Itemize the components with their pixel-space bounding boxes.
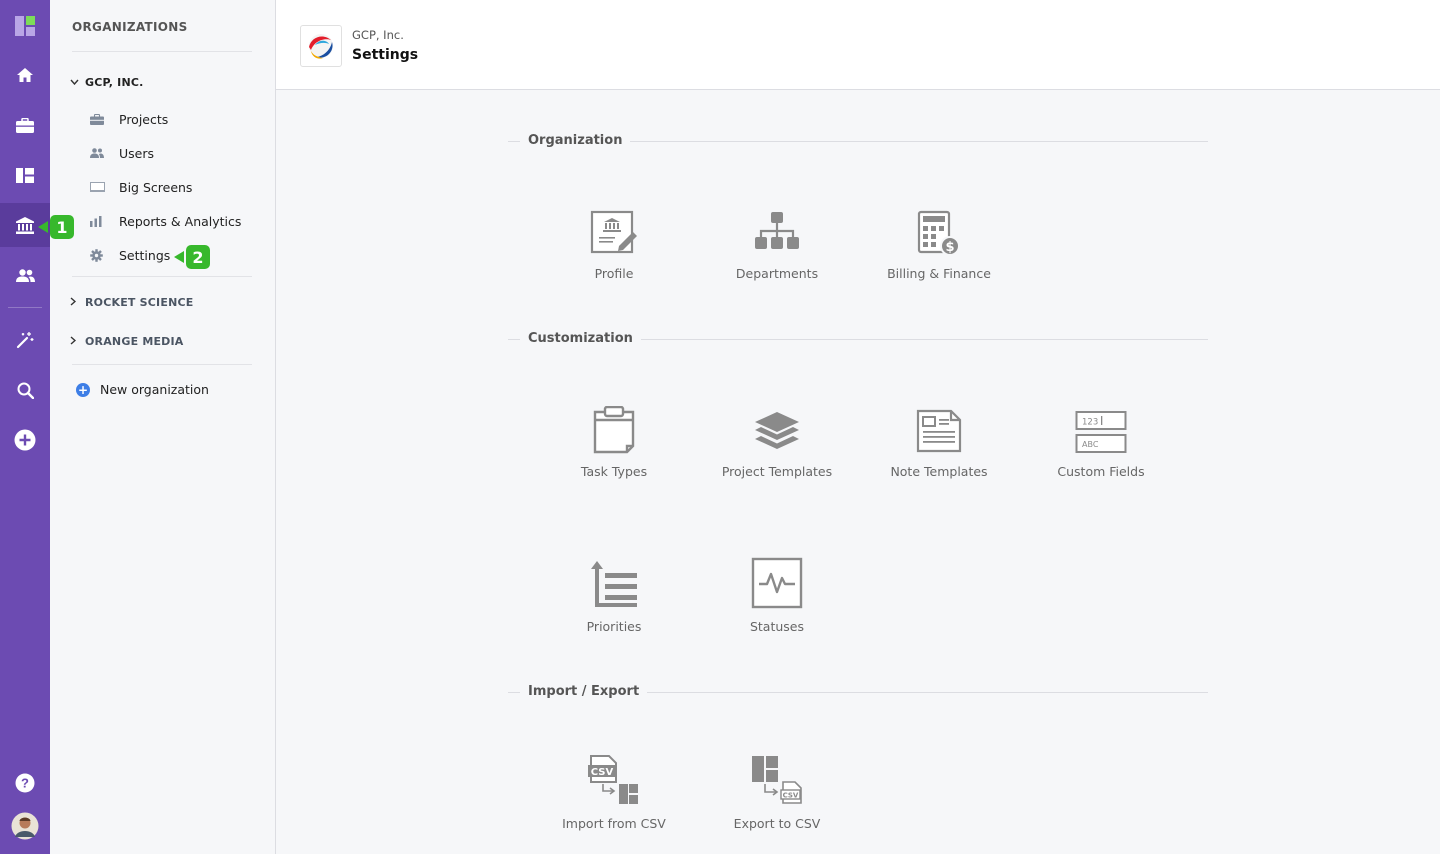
csv-export-icon: CSV — [747, 750, 807, 806]
tile-label: Departments — [735, 266, 819, 281]
tile-label: Task Types — [580, 464, 648, 479]
section-import-export: Import / Export — [508, 684, 1208, 700]
svg-text:$: $ — [945, 240, 954, 255]
tile-label: Project Templates — [721, 464, 833, 479]
org-name: ORANGE MEDIA — [85, 335, 184, 348]
org-name: GCP, INC. — [85, 76, 144, 89]
sidebar-item-label: Projects — [119, 111, 169, 127]
fields-icon: 123 ABC — [1071, 398, 1131, 454]
sidebar-item-big-screens[interactable]: Big Screens — [90, 175, 192, 199]
chevron-right-icon — [70, 296, 82, 309]
tile-label: Import from CSV — [562, 816, 666, 831]
org-logo-icon — [300, 25, 342, 67]
sidebar-title: ORGANIZATIONS — [72, 20, 188, 34]
screen-icon — [90, 182, 112, 192]
csv-import-icon: CSV — [584, 750, 644, 806]
tile-profile[interactable]: Profile — [539, 200, 689, 300]
layers-icon — [747, 398, 807, 454]
sidebar-item-label: Reports & Analytics — [119, 213, 242, 229]
sidebar-item-label: Settings — [119, 247, 171, 263]
app-rail: ? — [0, 0, 50, 854]
org-gcp-inc[interactable]: GCP, INC. — [70, 76, 144, 89]
svg-text:CSV: CSV — [591, 767, 614, 778]
tile-label: Export to CSV — [733, 816, 821, 831]
callout-arrow — [174, 251, 184, 263]
profile-edit-icon — [584, 200, 644, 256]
tile-label: Profile — [594, 266, 634, 281]
gear-icon — [90, 248, 112, 262]
callout-number: 1 — [50, 215, 74, 239]
tile-custom-fields[interactable]: 123 ABC Custom Fields — [1026, 398, 1176, 498]
sidebar-item-label: Users — [119, 145, 155, 161]
tile-priorities[interactable]: Priorities — [539, 553, 689, 653]
callout-2: 2 — [174, 245, 210, 269]
tile-import-csv[interactable]: CSV Import from CSV — [539, 750, 689, 850]
app-logo-icon[interactable] — [0, 4, 50, 48]
sidebar-item-label: Big Screens — [119, 179, 193, 195]
tile-export-csv[interactable]: CSV Export to CSV — [702, 750, 852, 850]
page-title: Settings — [352, 47, 419, 63]
section-title: Import / Export — [528, 684, 648, 699]
svg-text:123: 123 — [1082, 418, 1098, 428]
tile-label: Note Templates — [890, 464, 988, 479]
plus-circle-icon[interactable] — [0, 418, 50, 462]
org-name: ROCKET SCIENCE — [85, 296, 194, 309]
rail-divider — [8, 307, 42, 308]
chevron-right-icon — [70, 335, 82, 348]
people-icon[interactable] — [0, 253, 50, 297]
briefcase-icon[interactable] — [0, 103, 50, 147]
new-organization-button[interactable]: + New organization — [76, 382, 209, 397]
users-icon — [90, 148, 112, 158]
note-icon — [909, 398, 969, 454]
tile-statuses[interactable]: Statuses — [702, 553, 852, 653]
tile-billing-finance[interactable]: $ Billing & Finance — [864, 200, 1014, 300]
home-icon[interactable] — [0, 53, 50, 97]
new-organization-label: New organization — [100, 382, 209, 397]
org-name: GCP, Inc. — [352, 28, 404, 42]
avatar-icon[interactable] — [0, 804, 50, 848]
org-orange-media[interactable]: ORANGE MEDIA — [70, 335, 184, 348]
tile-task-types[interactable]: Task Types — [539, 398, 689, 498]
tile-label: Statuses — [749, 619, 805, 634]
sidebar-item-reports[interactable]: Reports & Analytics — [90, 209, 241, 233]
tile-note-templates[interactable]: Note Templates — [864, 398, 1014, 498]
sidebar-item-projects[interactable]: Projects — [90, 107, 168, 131]
magic-wand-icon[interactable] — [0, 318, 50, 362]
tile-label: Custom Fields — [1057, 464, 1145, 479]
callout-arrow — [38, 221, 48, 233]
pulse-icon — [747, 553, 807, 609]
board-icon[interactable] — [0, 153, 50, 197]
callout-1: 1 — [38, 215, 74, 239]
tile-project-templates[interactable]: Project Templates — [702, 398, 852, 498]
bar-chart-icon — [90, 215, 112, 227]
section-title: Organization — [528, 133, 631, 148]
org-rocket-science[interactable]: ROCKET SCIENCE — [70, 296, 193, 309]
organizations-sidebar: ORGANIZATIONS GCP, INC. Projects Users B… — [50, 0, 276, 854]
divider — [72, 364, 252, 365]
hierarchy-icon — [747, 200, 807, 256]
page-header: GCP, Inc. Settings — [276, 0, 1440, 90]
svg-text:CSV: CSV — [783, 792, 799, 800]
tile-label: Billing & Finance — [887, 266, 991, 281]
divider — [72, 51, 252, 52]
search-icon[interactable] — [0, 368, 50, 412]
calculator-icon: $ — [909, 200, 969, 256]
tile-departments[interactable]: Departments — [702, 200, 852, 300]
help-icon[interactable]: ? — [0, 761, 50, 805]
briefcase-icon — [90, 113, 112, 125]
chevron-down-icon — [70, 77, 82, 88]
clipboard-icon — [584, 398, 644, 454]
section-customization: Customization — [508, 331, 1208, 347]
plus-icon: + — [76, 382, 90, 397]
svg-text:?: ? — [21, 776, 29, 791]
tile-label: Priorities — [586, 619, 642, 634]
priorities-icon — [584, 553, 644, 609]
svg-text:ABC: ABC — [1082, 440, 1099, 449]
divider — [72, 276, 252, 277]
sidebar-item-settings[interactable]: Settings — [90, 243, 170, 267]
sidebar-item-users[interactable]: Users — [90, 141, 154, 165]
section-title: Customization — [528, 331, 641, 346]
section-organization: Organization — [508, 133, 1208, 149]
callout-number: 2 — [186, 245, 210, 269]
